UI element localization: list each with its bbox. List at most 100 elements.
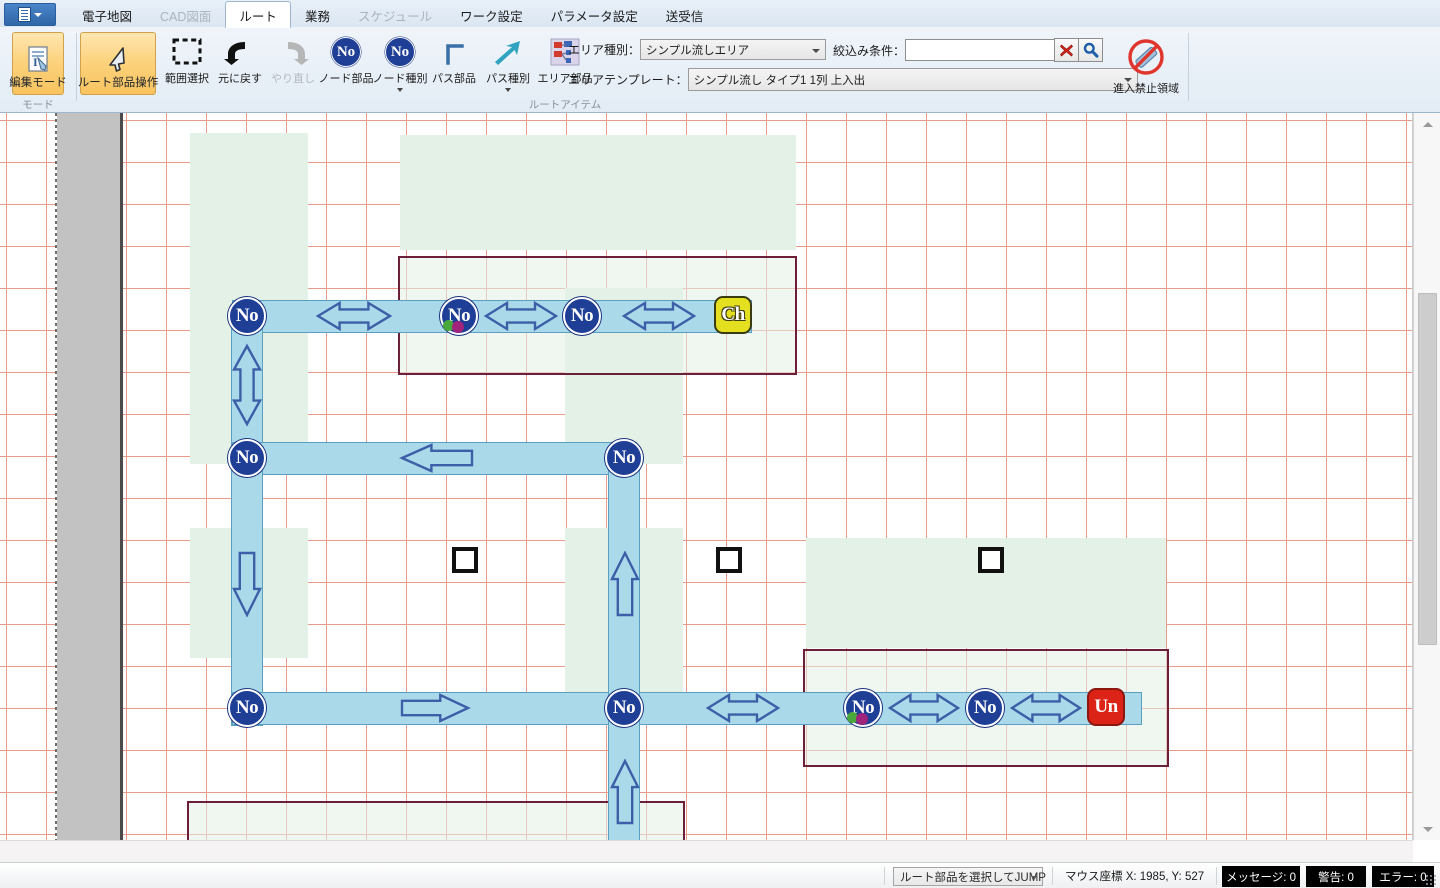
tool-node-type[interactable]: No ノード種別 [373,31,427,97]
node-label: No [236,447,258,469]
filter-input[interactable] [905,39,1055,61]
node-no-6[interactable]: No [228,689,266,727]
arrow-top-3[interactable] [624,301,694,331]
node-no-9[interactable]: No [966,689,1004,727]
tool-node-part[interactable]: No ノード部品 [319,31,373,97]
application-window: 電子地図 CAD図面 ルート 業務 スケジュール ワーク設定 パラメータ設定 送… [0,0,1440,888]
ribbon-body: I 編集モード モード ルート部品操作 [0,27,1440,113]
edit-mode-label: 編集モード [9,74,67,90]
node-label: Ch [721,304,744,326]
area-highlight [190,133,308,309]
tab-route[interactable]: ルート [225,1,291,28]
node-no-7[interactable]: No [605,689,643,727]
vertical-scrollbar[interactable] [1413,113,1440,840]
tool-path-part[interactable]: パス部品 [427,31,481,97]
area-template-row: エリアテンプレート： シンプル流し タイプ1 1列 上入出 [568,68,1138,91]
scroll-down-icon [1423,827,1433,832]
tool-no-entry-area[interactable]: 進入禁止領域 [1110,31,1182,101]
scroll-up-icon [1423,122,1433,127]
file-menu-button[interactable] [4,3,56,26]
ribbon-group-route-item: ルート部品操作 範囲選択 [80,27,1190,113]
tool-marquee-select-label: 範囲選択 [165,70,209,86]
filter-label: 絞込み条件： [833,42,905,59]
arrow-lower-2[interactable] [708,693,778,723]
area-template-label: エリアテンプレート： [568,71,688,88]
magnifier-search-icon [1083,42,1099,58]
arrow-right-2[interactable] [1012,693,1080,723]
tab-send-receive[interactable]: 送受信 [652,2,718,27]
node-label: No [236,305,258,327]
edit-mode-icon: I [25,46,51,74]
chevron-down-icon[interactable] [397,88,403,92]
edit-mode-button[interactable]: I 編集モード [12,32,64,95]
node-no-5[interactable]: No [605,439,643,477]
tab-work-settings[interactable]: ワーク設定 [446,2,537,27]
node-marker-magenta [452,321,464,333]
tool-path-type[interactable]: パス種別 [481,31,535,97]
arrow-left-updown[interactable] [232,346,262,424]
square-node-1[interactable] [452,547,478,573]
arrow-top-1[interactable] [318,301,390,331]
node-no-8[interactable]: No [844,689,882,727]
status-bar: ルート部品を選択してJUMP マウス座標 X: 1985, Y: 527 メッセ… [0,862,1440,888]
warning-count-badge[interactable]: 警告: 0 [1306,866,1366,887]
tool-path-type-label: パス種別 [486,70,530,86]
marquee-select-icon [171,35,203,69]
scroll-down-button[interactable] [1418,820,1437,838]
cursor-arrow-icon [103,44,133,74]
ribbon-group-separator [76,33,77,101]
ribbon-group-separator-2 [1188,33,1189,101]
arrow-mid-left[interactable] [402,443,472,473]
area-type-combo[interactable]: シンプル流しエリア [640,39,826,60]
node-label: Un [1094,696,1117,718]
tool-node-type-label: ノード種別 [373,70,428,86]
node-label: No [974,697,996,719]
node-type-icon: No [385,35,415,69]
route-map-canvas[interactable]: NoNoNoChNoNoNoNoNoNoUnCaWaNoNo [0,113,1413,840]
message-count-badge[interactable]: メッセージ: 0 [1222,866,1300,887]
arrow-top-2[interactable] [486,301,556,331]
tab-schedule: スケジュール [344,2,446,27]
path-lower-horizontal[interactable] [232,692,1142,725]
node-label: No [571,305,593,327]
tab-gyomu[interactable]: 業務 [291,2,344,27]
node-un-1[interactable]: Un [1087,688,1125,726]
area-highlight [400,135,796,250]
area-type-value: シンプル流しエリア [646,42,749,58]
node-no-2[interactable]: No [440,297,478,335]
arrow-center-up[interactable] [610,553,640,615]
node-no-1[interactable]: No [228,297,266,335]
tool-marquee-select[interactable]: 範囲選択 [160,31,214,97]
arrow-right-1[interactable] [890,693,958,723]
area-template-combo[interactable]: シンプル流し タイプ1 1列 上入出 [688,68,1138,91]
filter-clear-button[interactable] [1054,38,1079,62]
resize-grip[interactable] [1425,874,1437,886]
node-no-3[interactable]: No [563,297,601,335]
tab-parameter-settings[interactable]: パラメータ設定 [537,2,652,27]
ribbon-group-route-item-label: ルートアイテム [505,97,625,112]
square-node-2[interactable] [716,547,742,573]
node-no-4[interactable]: No [228,439,266,477]
tool-undo[interactable]: 元に戻す [213,31,267,97]
scroll-up-button[interactable] [1418,115,1437,133]
node-part-icon: No [331,35,361,69]
jump-to-route-part-combo[interactable]: ルート部品を選択してJUMP [893,867,1043,886]
no-entry-icon [1126,35,1166,79]
node-ch-1[interactable]: Ch [714,296,752,334]
area-template-value: シンプル流し タイプ1 1列 上入出 [694,72,866,88]
tool-path-part-label: パス部品 [432,70,476,86]
arrow-lower-right[interactable] [402,693,468,723]
arrow-center-up-2[interactable] [610,761,640,823]
chevron-down-icon[interactable] [505,88,511,92]
document-icon [18,7,31,22]
route-part-operation-button[interactable]: ルート部品操作 [80,32,156,95]
square-node-3[interactable] [978,547,1004,573]
tab-denshi-chizu[interactable]: 電子地図 [68,2,146,27]
filter-search-button[interactable] [1078,38,1103,62]
wall-band [57,113,123,840]
node-label: No [613,697,635,719]
path-part-icon [439,35,469,69]
node-label: No [236,697,258,719]
arrow-left-down[interactable] [232,553,262,615]
vertical-scrollbar-thumb[interactable] [1418,293,1437,645]
